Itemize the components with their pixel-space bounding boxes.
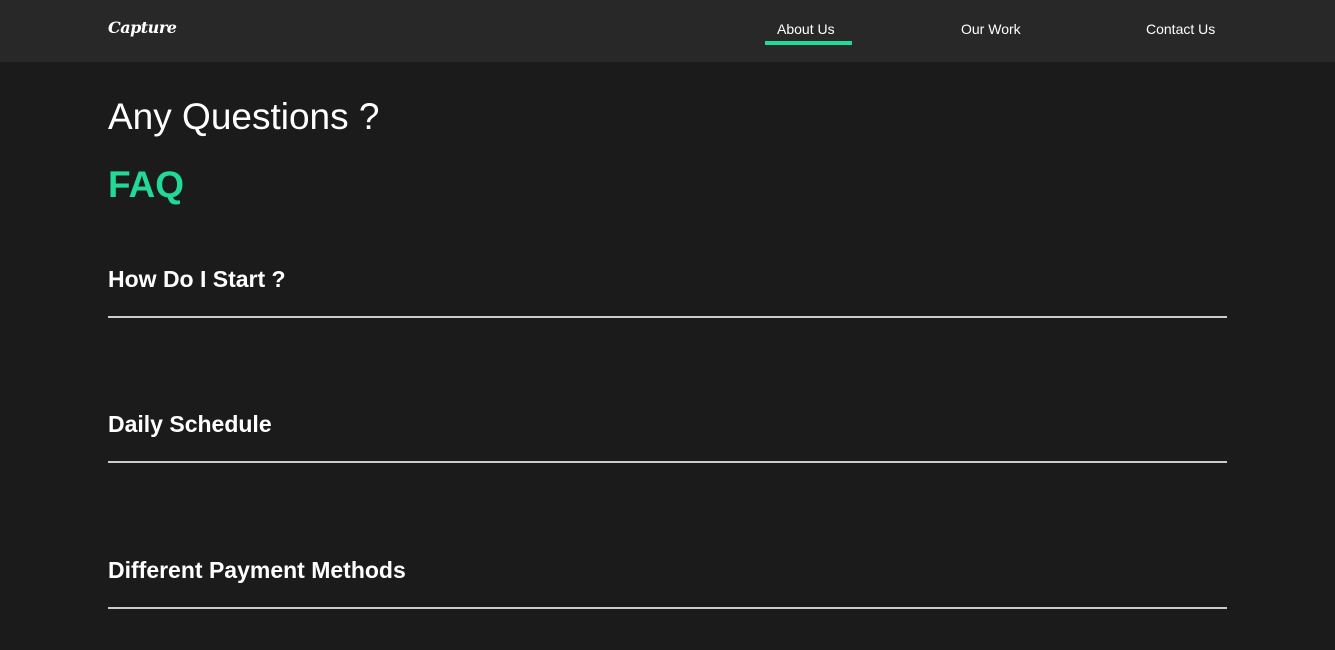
faq-divider <box>108 461 1227 463</box>
faq-item-how-do-i-start[interactable]: How Do I Start ? <box>108 266 1227 318</box>
nav-link-contact-us[interactable]: Contact Us <box>1146 21 1215 37</box>
faq-item-daily-schedule[interactable]: Daily Schedule <box>108 411 1227 463</box>
faq-item-different-payment-methods[interactable]: Different Payment Methods <box>108 557 1227 609</box>
faq-divider <box>108 607 1227 609</box>
section-heading: Any Questions ? <box>108 96 380 137</box>
top-navigation-bar: Capture About Us Our Work Contact Us <box>0 0 1335 62</box>
faq-question: Different Payment Methods <box>108 557 406 583</box>
faq-question: How Do I Start ? <box>108 266 286 292</box>
faq-title: FAQ <box>108 164 185 205</box>
faq-question: Daily Schedule <box>108 411 272 437</box>
nav-link-our-work[interactable]: Our Work <box>961 21 1021 37</box>
active-nav-indicator <box>765 41 852 45</box>
capture-logo[interactable]: Capture <box>108 18 177 37</box>
faq-divider <box>108 316 1227 318</box>
nav-link-about-us[interactable]: About Us <box>777 21 835 37</box>
